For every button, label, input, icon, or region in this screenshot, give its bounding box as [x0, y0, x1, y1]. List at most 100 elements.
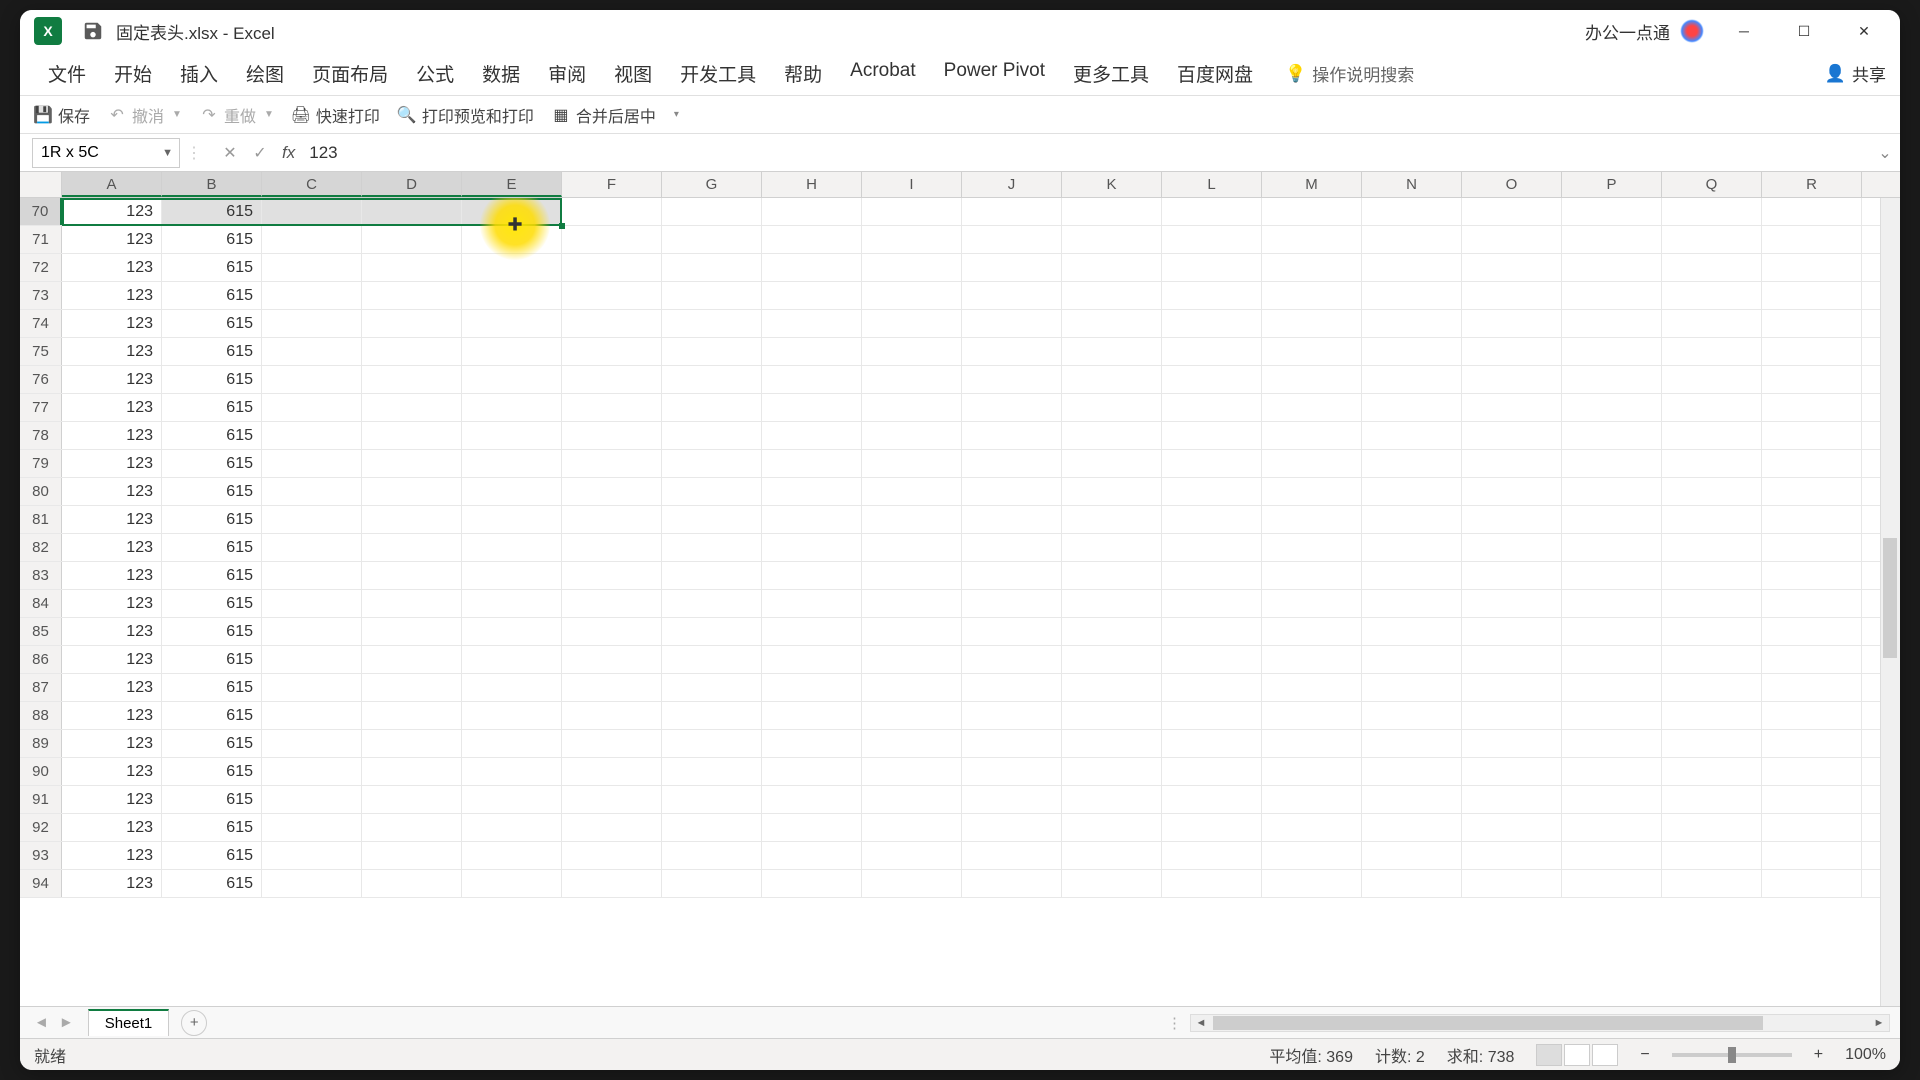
- cell[interactable]: [362, 478, 462, 505]
- cell[interactable]: [862, 786, 962, 813]
- cell[interactable]: [962, 674, 1062, 701]
- cell[interactable]: [362, 590, 462, 617]
- cell[interactable]: [1662, 842, 1762, 869]
- cell[interactable]: [1562, 646, 1662, 673]
- cell[interactable]: [762, 730, 862, 757]
- cell[interactable]: [1062, 758, 1162, 785]
- cell[interactable]: [1362, 226, 1462, 253]
- cell[interactable]: [462, 674, 562, 701]
- cell[interactable]: [1762, 702, 1862, 729]
- cell[interactable]: [262, 702, 362, 729]
- cell[interactable]: [1462, 478, 1562, 505]
- cell[interactable]: [1262, 422, 1362, 449]
- column-header[interactable]: P: [1562, 172, 1662, 197]
- cell[interactable]: [1062, 366, 1162, 393]
- row-header[interactable]: 93: [20, 842, 62, 869]
- selection-handle[interactable]: [559, 223, 565, 229]
- cell[interactable]: [562, 478, 662, 505]
- cell[interactable]: [1062, 730, 1162, 757]
- column-header[interactable]: Q: [1662, 172, 1762, 197]
- column-header[interactable]: C: [262, 172, 362, 197]
- cell[interactable]: [1262, 310, 1362, 337]
- cell[interactable]: 615: [162, 870, 262, 897]
- cell[interactable]: [1162, 282, 1262, 309]
- row-header[interactable]: 85: [20, 618, 62, 645]
- cell[interactable]: [462, 310, 562, 337]
- cell[interactable]: [1162, 394, 1262, 421]
- cell[interactable]: [1762, 310, 1862, 337]
- cell[interactable]: [1362, 870, 1462, 897]
- cell[interactable]: [1262, 842, 1362, 869]
- cell[interactable]: [1662, 198, 1762, 225]
- print-preview-button[interactable]: 🔍 打印预览和打印: [398, 103, 534, 127]
- cell[interactable]: [262, 842, 362, 869]
- cell[interactable]: [1762, 198, 1862, 225]
- cell[interactable]: [362, 534, 462, 561]
- cell[interactable]: 615: [162, 674, 262, 701]
- cell[interactable]: [1262, 618, 1362, 645]
- cell[interactable]: [362, 758, 462, 785]
- cell[interactable]: [562, 450, 662, 477]
- cell[interactable]: [262, 506, 362, 533]
- ribbon-tab[interactable]: 审阅: [534, 52, 600, 95]
- cell[interactable]: [262, 730, 362, 757]
- cell[interactable]: [462, 226, 562, 253]
- cell[interactable]: [1362, 590, 1462, 617]
- cell[interactable]: [962, 842, 1062, 869]
- cell[interactable]: [1062, 590, 1162, 617]
- cell[interactable]: [262, 198, 362, 225]
- ribbon-tab[interactable]: 视图: [600, 52, 666, 95]
- cell[interactable]: [1462, 254, 1562, 281]
- cell[interactable]: [1362, 730, 1462, 757]
- cell[interactable]: [362, 674, 462, 701]
- cell[interactable]: [1462, 786, 1562, 813]
- cell[interactable]: [1662, 674, 1762, 701]
- cell[interactable]: [762, 618, 862, 645]
- cell[interactable]: [762, 254, 862, 281]
- cell[interactable]: [962, 786, 1062, 813]
- column-header[interactable]: I: [862, 172, 962, 197]
- cell[interactable]: [762, 562, 862, 589]
- split-handle-icon[interactable]: ⋮: [1167, 1014, 1182, 1032]
- cell[interactable]: [862, 254, 962, 281]
- cell[interactable]: [962, 226, 1062, 253]
- cell[interactable]: [862, 338, 962, 365]
- column-header[interactable]: D: [362, 172, 462, 197]
- cell[interactable]: [1662, 310, 1762, 337]
- cell[interactable]: 615: [162, 394, 262, 421]
- cell[interactable]: [1562, 814, 1662, 841]
- cell[interactable]: [762, 366, 862, 393]
- cell[interactable]: [262, 646, 362, 673]
- cell[interactable]: [1662, 562, 1762, 589]
- redo-button[interactable]: ↷ 重做 ▼: [200, 103, 274, 127]
- row-header[interactable]: 83: [20, 562, 62, 589]
- cell[interactable]: [662, 870, 762, 897]
- cell[interactable]: [1562, 534, 1662, 561]
- row-header[interactable]: 92: [20, 814, 62, 841]
- cell[interactable]: [462, 870, 562, 897]
- cell[interactable]: [362, 254, 462, 281]
- cell[interactable]: [362, 618, 462, 645]
- cell[interactable]: [962, 730, 1062, 757]
- row-header[interactable]: 87: [20, 674, 62, 701]
- cell[interactable]: [462, 758, 562, 785]
- cell[interactable]: [1662, 786, 1762, 813]
- cell[interactable]: [1562, 758, 1662, 785]
- cell[interactable]: [762, 786, 862, 813]
- cell[interactable]: [1362, 310, 1462, 337]
- cell[interactable]: [362, 842, 462, 869]
- cell[interactable]: [1762, 730, 1862, 757]
- cell[interactable]: [1362, 422, 1462, 449]
- column-header[interactable]: J: [962, 172, 1062, 197]
- cell[interactable]: [862, 450, 962, 477]
- cell[interactable]: 615: [162, 534, 262, 561]
- cell[interactable]: [962, 534, 1062, 561]
- cell[interactable]: 615: [162, 450, 262, 477]
- ribbon-tab[interactable]: Acrobat: [836, 52, 929, 95]
- cell[interactable]: [1462, 422, 1562, 449]
- cell[interactable]: [962, 870, 1062, 897]
- cell[interactable]: [362, 450, 462, 477]
- cell[interactable]: [662, 254, 762, 281]
- cell[interactable]: [1662, 590, 1762, 617]
- cell[interactable]: [1762, 450, 1862, 477]
